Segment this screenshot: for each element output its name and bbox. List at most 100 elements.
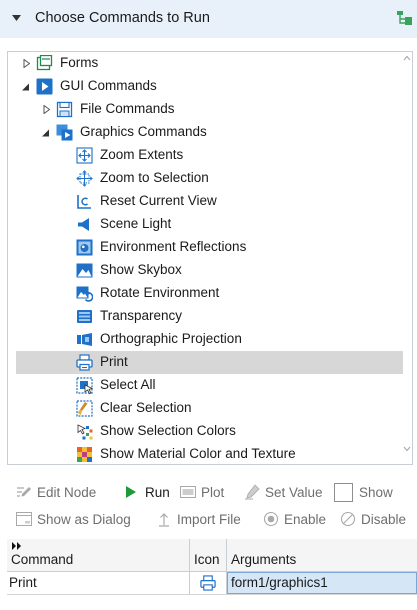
print-icon bbox=[200, 575, 216, 591]
tree-item-label: File Commands bbox=[80, 101, 175, 116]
tree-item-label: Show Selection Colors bbox=[100, 423, 236, 438]
tree-item-label: Zoom to Selection bbox=[100, 170, 209, 185]
double-arrow-icon[interactable] bbox=[12, 542, 22, 550]
graphics-commands-icon bbox=[56, 124, 73, 141]
enable-button[interactable]: Enable bbox=[263, 507, 326, 531]
orthographic-projection-icon bbox=[77, 333, 92, 346]
forms-icon bbox=[36, 55, 53, 71]
column-header-icon[interactable]: Icon bbox=[190, 539, 226, 572]
rotate-environment-icon bbox=[76, 286, 93, 302]
section-header[interactable]: Choose Commands to Run bbox=[0, 0, 417, 38]
command-cell: Print bbox=[9, 575, 37, 590]
tree-item-show-material-color[interactable]: Show Material Color and Texture bbox=[16, 443, 411, 464]
tree-scrollbar[interactable] bbox=[403, 52, 411, 461]
tree-item-orthographic-projection[interactable]: Orthographic Projection bbox=[16, 328, 411, 351]
tree-item-label: Print bbox=[100, 354, 128, 369]
tree-item-reset-current-view[interactable]: Reset Current View bbox=[16, 190, 411, 213]
tree-item-label: Transparency bbox=[100, 308, 183, 323]
file-commands-icon bbox=[56, 101, 73, 118]
edit-node-label: Edit Node bbox=[37, 484, 97, 500]
tree-item-label: GUI Commands bbox=[60, 78, 157, 93]
tree-item-forms[interactable]: Forms bbox=[16, 52, 411, 75]
column-label: Command bbox=[11, 552, 74, 567]
show-as-dialog-label: Show as Dialog bbox=[37, 511, 131, 527]
transparency-icon bbox=[77, 310, 92, 323]
environment-reflections-icon bbox=[76, 239, 93, 256]
gui-commands-icon bbox=[36, 78, 53, 95]
tree-item-rotate-environment[interactable]: Rotate Environment bbox=[16, 282, 411, 305]
tree-item-label: Show Skybox bbox=[100, 262, 182, 277]
tree-item-label: Rotate Environment bbox=[100, 285, 220, 300]
arguments-input[interactable]: form1/graphics1 bbox=[227, 572, 417, 594]
command-table: Command Icon Arguments Print form1/graph… bbox=[7, 539, 417, 610]
zoom-extents-icon bbox=[76, 147, 93, 164]
icon-cell[interactable] bbox=[190, 572, 226, 594]
tree-item-label: Graphics Commands bbox=[80, 124, 207, 139]
caret-down-icon[interactable] bbox=[12, 14, 22, 22]
edit-node-button[interactable]: Edit Node bbox=[16, 480, 96, 504]
tree-item-show-skybox[interactable]: Show Skybox bbox=[16, 259, 411, 282]
tree-item-scene-light[interactable]: Scene Light bbox=[16, 213, 411, 236]
tree-item-transparency[interactable]: Transparency bbox=[16, 305, 411, 328]
plot-button[interactable]: Plot bbox=[180, 480, 224, 504]
plot-label: Plot bbox=[201, 484, 225, 500]
tree-item-label: Reset Current View bbox=[100, 193, 217, 208]
tree-settings-icon[interactable] bbox=[396, 10, 414, 26]
arguments-cell: form1/graphics1 bbox=[231, 575, 328, 590]
tree-item-graphics-commands[interactable]: Graphics Commands bbox=[16, 121, 411, 144]
disable-label: Disable bbox=[361, 511, 407, 527]
tree-item-label: Clear Selection bbox=[100, 400, 192, 415]
tree-item-file-commands[interactable]: File Commands bbox=[16, 98, 411, 121]
show-button[interactable]: Show bbox=[334, 480, 393, 504]
import-file-button[interactable]: Import File bbox=[156, 507, 241, 531]
select-all-icon bbox=[76, 377, 93, 394]
expanded-arrow-icon[interactable] bbox=[20, 75, 32, 98]
skybox-icon bbox=[76, 263, 93, 278]
selection-colors-icon bbox=[77, 424, 93, 440]
import-file-label: Import File bbox=[177, 511, 241, 527]
run-label: Run bbox=[145, 484, 170, 500]
clear-selection-icon bbox=[76, 400, 93, 417]
print-icon bbox=[76, 354, 93, 371]
zoom-to-selection-icon bbox=[76, 170, 93, 187]
expanded-arrow-icon[interactable] bbox=[40, 121, 52, 144]
tree-item-clear-selection[interactable]: Clear Selection bbox=[16, 397, 411, 420]
set-value-icon bbox=[245, 484, 260, 500]
tree-item-zoom-extents[interactable]: Zoom Extents bbox=[16, 144, 411, 167]
tree-item-label: Orthographic Projection bbox=[100, 331, 242, 346]
column-header-command[interactable]: Command bbox=[7, 539, 189, 572]
enable-icon bbox=[263, 511, 279, 527]
command-tree[interactable]: Forms GUI Commands File Commands Graphic… bbox=[7, 51, 413, 465]
show-checkbox-icon[interactable] bbox=[334, 482, 353, 502]
tree-item-label: Show Material Color and Texture bbox=[100, 446, 296, 461]
tree-item-label: Environment Reflections bbox=[100, 239, 247, 254]
show-label: Show bbox=[359, 484, 393, 500]
table-row[interactable]: Print bbox=[7, 572, 189, 594]
tree-item-show-selection-colors[interactable]: Show Selection Colors bbox=[16, 420, 411, 443]
tree-item-gui-commands[interactable]: GUI Commands bbox=[16, 75, 411, 98]
column-header-arguments[interactable]: Arguments bbox=[227, 539, 417, 572]
tree-item-select-all[interactable]: Select All bbox=[16, 374, 411, 397]
set-value-button[interactable]: Set Value bbox=[244, 480, 323, 504]
scroll-up-icon[interactable] bbox=[403, 55, 411, 61]
enable-label: Enable bbox=[284, 511, 327, 527]
command-toolbar: Edit Node Run Plot Set Value Show bbox=[0, 480, 417, 504]
import-arrow-icon bbox=[159, 513, 169, 527]
disable-button[interactable]: Disable bbox=[340, 507, 406, 531]
scroll-down-icon[interactable] bbox=[403, 446, 411, 452]
run-button[interactable]: Run bbox=[123, 480, 170, 504]
disable-icon bbox=[340, 511, 356, 527]
tree-item-label: Select All bbox=[100, 377, 156, 392]
row-divider bbox=[7, 594, 417, 595]
show-as-dialog-button[interactable]: Show as Dialog bbox=[16, 507, 131, 531]
collapsed-arrow-icon[interactable] bbox=[40, 98, 52, 121]
plot-icon bbox=[180, 486, 196, 498]
tree-item-print[interactable]: Print bbox=[16, 351, 411, 374]
command-toolbar-row-2: Show as Dialog Import File Enable Disabl… bbox=[0, 507, 417, 531]
tree-item-label: Forms bbox=[60, 55, 99, 70]
tree-item-environment-reflections[interactable]: Environment Reflections bbox=[16, 236, 411, 259]
set-value-label: Set Value bbox=[265, 484, 323, 500]
tree-item-zoom-to-selection[interactable]: Zoom to Selection bbox=[16, 167, 411, 190]
dialog-icon bbox=[16, 512, 32, 526]
collapsed-arrow-icon[interactable] bbox=[20, 52, 32, 75]
